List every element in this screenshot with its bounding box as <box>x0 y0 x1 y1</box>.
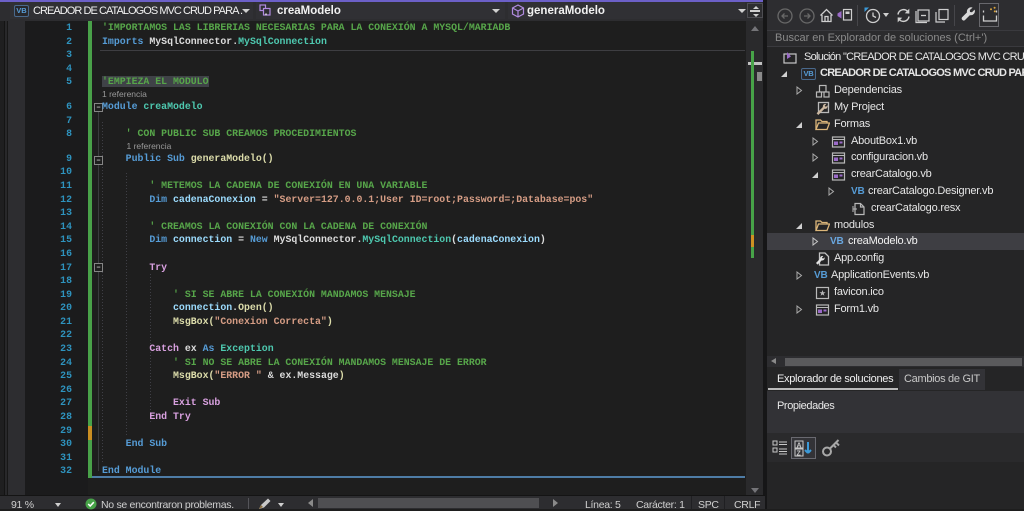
svg-text:Z: Z <box>797 450 802 457</box>
svg-text:A: A <box>797 442 802 449</box>
